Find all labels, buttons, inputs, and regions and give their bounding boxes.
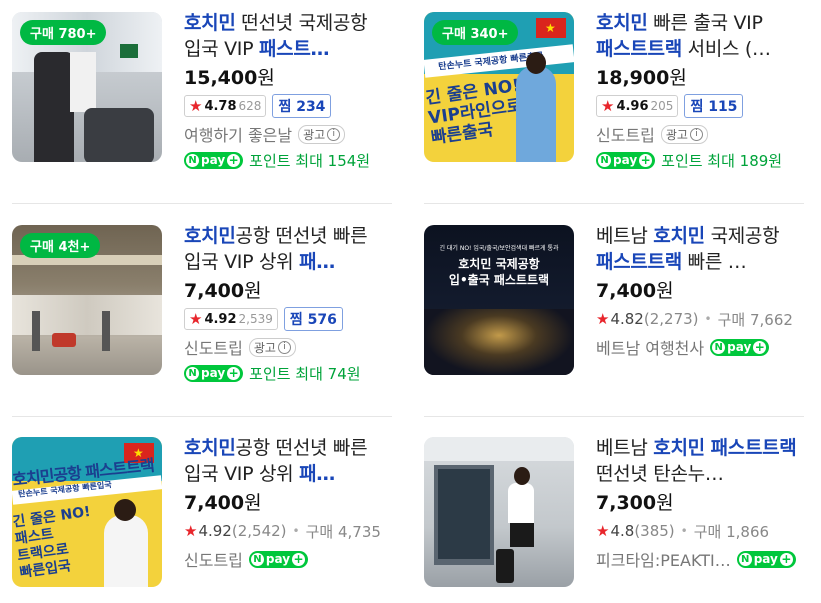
row-divider xyxy=(424,416,804,417)
product-price: 7,400원 xyxy=(596,280,674,302)
star-icon: ★ xyxy=(189,97,203,115)
product-price: 15,400원 xyxy=(184,67,275,89)
product-card[interactable]: 구매 780+ 호치민 떤선녓 국제공항 입국 VIP 패스트… 15,400원… xyxy=(12,12,392,172)
product-card[interactable]: ★ 호치민공항 패스트트랙 탄손누트 국제공항 빠른입국 긴 줄은 NO! 패스… xyxy=(12,437,392,597)
product-price: 7,400원 xyxy=(184,280,262,302)
product-title[interactable]: 베트남 호치민 패스트트랙 떤선녓 탄손누… xyxy=(596,435,806,487)
star-icon: ★ xyxy=(596,310,610,328)
star-icon: ★ xyxy=(601,97,615,115)
product-price: 7,300원 xyxy=(596,492,674,514)
npay-icon: Npay + xyxy=(184,364,244,382)
purchase-count: 구매 1,866 xyxy=(693,522,770,541)
npay-icon: Npay + xyxy=(248,550,309,568)
rating-box: ★ 4.96 205 xyxy=(596,95,679,117)
seller-name[interactable]: 신도트립 xyxy=(184,547,243,571)
row-divider xyxy=(12,203,392,204)
product-title[interactable]: 호치민 떤선녓 국제공항 입국 VIP 패스트… xyxy=(184,10,394,62)
seller-name[interactable]: 베트남 여행천사 xyxy=(596,335,704,359)
zzim-count[interactable]: 찜 115 xyxy=(684,94,744,118)
product-card[interactable]: 구매 340+ ★ 탄손누트 국제공항 빠른출국 긴 줄은 NO! VIP라인으… xyxy=(424,12,804,172)
product-thumbnail[interactable]: 구매 780+ xyxy=(12,12,162,162)
rating-box: ★ 4.78 628 xyxy=(184,95,267,117)
info-icon: i xyxy=(689,127,703,141)
product-thumbnail[interactable] xyxy=(424,437,574,587)
rating-box: ★ 4.92 2,539 xyxy=(184,308,278,330)
info-icon: i xyxy=(277,340,291,354)
npay-icon: Npay + xyxy=(736,550,796,568)
zzim-count[interactable]: 찜 234 xyxy=(272,94,332,118)
point-text: 포인트 최대 189원 xyxy=(661,151,783,170)
product-title[interactable]: 호치민공항 떤선녓 빠른 입국 VIP 상위 패… xyxy=(184,435,394,487)
product-card[interactable]: 긴 대기 NO! 입국/출국/보안검색대 빠르게 통과 호치민 국제공항 입•출… xyxy=(424,225,804,385)
product-card[interactable]: 구매 4천+ 호치민공항 떤선녓 빠른 입국 VIP 상위 패… 7,400원 … xyxy=(12,225,392,385)
star-icon: ★ xyxy=(184,522,198,540)
row-divider xyxy=(424,203,804,204)
product-price: 7,400원 xyxy=(184,492,262,514)
row-divider xyxy=(12,416,392,417)
product-title[interactable]: 호치민 빠른 출국 VIP 패스트트랙 서비스 (… xyxy=(596,10,806,62)
product-price: 18,900원 xyxy=(596,67,687,89)
purchase-count: 구매 4,735 xyxy=(305,522,381,541)
seller-name[interactable]: 피크타임:PEAKTI… xyxy=(596,547,731,571)
purchase-badge: 구매 780+ xyxy=(20,20,107,45)
seller-name[interactable]: 신도트립 xyxy=(184,335,243,359)
product-card[interactable]: 베트남 호치민 패스트트랙 떤선녓 탄손누… 7,300원 ★ 4.8 (385) … xyxy=(424,437,804,597)
ad-label[interactable]: 광고 i xyxy=(660,124,708,144)
npay-icon: Npay + xyxy=(184,151,244,169)
purchase-count: 구매 7,662 xyxy=(717,310,793,329)
star-icon: ★ xyxy=(545,21,556,35)
seller-name[interactable]: 여행하기 좋은날 xyxy=(184,122,292,146)
product-title[interactable]: 호치민공항 떤선녓 빠른 입국 VIP 상위 패… xyxy=(184,223,394,275)
seller-name[interactable]: 신도트립 xyxy=(596,122,655,146)
point-text: 포인트 최대 154원 xyxy=(249,151,371,170)
product-thumbnail[interactable]: 구매 4천+ xyxy=(12,225,162,375)
ad-label[interactable]: 광고 i xyxy=(298,124,346,144)
image-caption: 긴 줄은 NO! VIP라인으로 빠른출국 xyxy=(424,75,524,149)
purchase-badge: 구매 4천+ xyxy=(20,233,101,258)
star-icon: ★ xyxy=(596,522,610,540)
product-thumbnail[interactable]: 구매 340+ ★ 탄손누트 국제공항 빠른출국 긴 줄은 NO! VIP라인으… xyxy=(424,12,574,162)
star-icon: ★ xyxy=(189,310,203,328)
info-icon: i xyxy=(327,127,341,141)
product-thumbnail[interactable]: 긴 대기 NO! 입국/출국/보안검색대 빠르게 통과 호치민 국제공항 입•출… xyxy=(424,225,574,375)
purchase-badge: 구매 340+ xyxy=(432,20,519,45)
image-caption: 긴 줄은 NO! 패스트 트랙으로 빠른입국 xyxy=(12,503,92,582)
ad-label[interactable]: 광고 i xyxy=(248,337,296,357)
npay-icon: Npay + xyxy=(710,338,770,356)
product-thumbnail[interactable]: ★ 호치민공항 패스트트랙 탄손누트 국제공항 빠른입국 긴 줄은 NO! 패스… xyxy=(12,437,162,587)
point-text: 포인트 최대 74원 xyxy=(249,364,361,383)
product-title[interactable]: 베트남 호치민 국제공항 패스트트랙 빠른 … xyxy=(596,223,806,275)
npay-icon: Npay + xyxy=(596,151,656,169)
zzim-count[interactable]: 찜 576 xyxy=(283,307,343,331)
